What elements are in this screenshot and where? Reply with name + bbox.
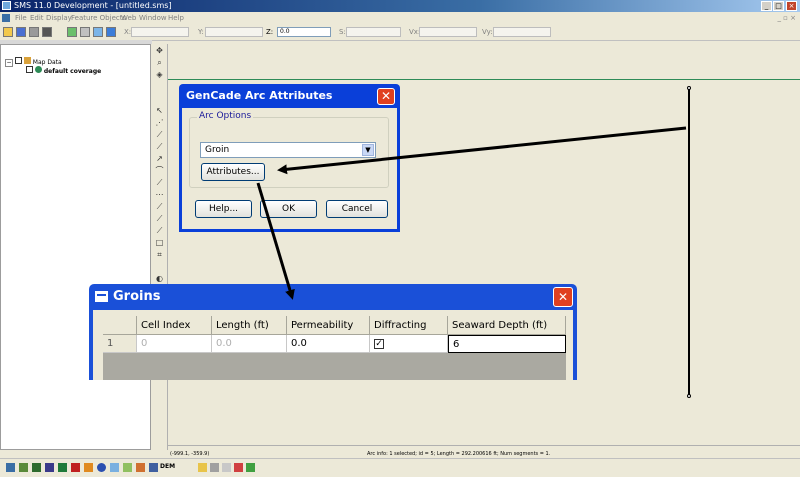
arrow-arc-to-attributes: [277, 126, 687, 175]
annotation-arrows: [256, 126, 687, 300]
arrow-attributes-to-groins: [256, 182, 295, 300]
